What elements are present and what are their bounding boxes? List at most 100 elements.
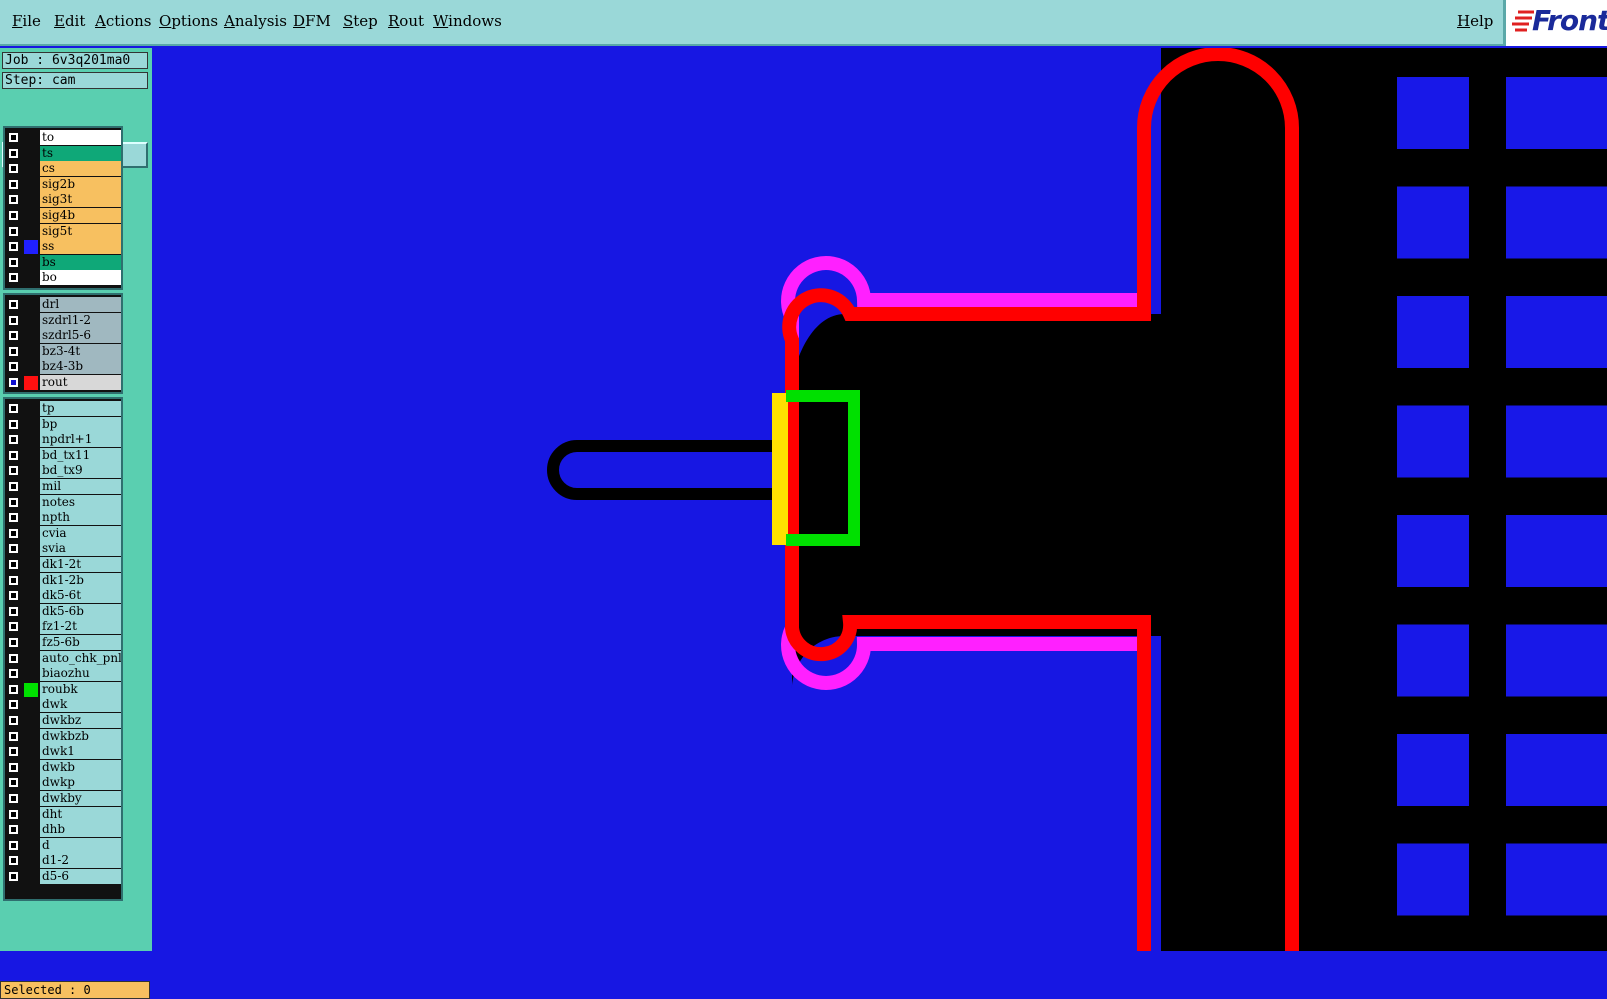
layer-color-swatch[interactable] <box>24 298 38 312</box>
layer-checkbox[interactable] <box>9 716 18 725</box>
layer-checkbox[interactable] <box>9 450 18 460</box>
layer-name[interactable]: mil <box>40 479 121 494</box>
layer-checkbox[interactable] <box>9 300 18 309</box>
layer-color-swatch[interactable] <box>24 402 38 416</box>
layer-color-swatch[interactable] <box>24 854 38 868</box>
layer-checkbox[interactable] <box>9 638 18 647</box>
menu-actions[interactable]: Actions <box>95 12 151 30</box>
layer-checkbox[interactable] <box>9 778 18 788</box>
layer-row-dk5-6t[interactable]: dk5-6t <box>5 588 121 604</box>
layer-row-szdrl1-2[interactable]: szdrl1-2 <box>5 312 121 329</box>
layer-row-dwkbzb[interactable]: dwkbzb <box>5 728 121 745</box>
layer-name[interactable]: bo <box>40 270 121 286</box>
layer-row-npdrl+1[interactable]: npdrl+1 <box>5 432 121 448</box>
layer-row-dht[interactable]: dht <box>5 806 121 823</box>
layer-color-swatch[interactable] <box>24 823 38 837</box>
layer-row-npth[interactable]: npth <box>5 510 121 526</box>
layer-checkbox[interactable] <box>9 346 18 356</box>
layer-row-auto_chk_pnl[interactable]: auto_chk_pnl <box>5 650 121 667</box>
menu-edit[interactable]: Edit <box>54 12 85 30</box>
layer-color-swatch[interactable] <box>24 792 38 806</box>
layer-name[interactable]: d <box>40 837 121 853</box>
layer-color-swatch[interactable] <box>24 433 38 447</box>
menu-windows[interactable]: Windows <box>433 12 502 30</box>
layer-name[interactable]: biaozhu <box>40 666 121 682</box>
layer-name[interactable]: bs <box>40 254 121 270</box>
layer-row-dwkb[interactable]: dwkb <box>5 759 121 776</box>
layer-color-swatch[interactable] <box>24 667 38 681</box>
layer-color-swatch[interactable] <box>24 652 38 666</box>
layer-color-swatch[interactable] <box>24 480 38 494</box>
layer-name[interactable]: bd_tx9 <box>40 463 121 479</box>
layer-checkbox[interactable] <box>9 315 18 325</box>
layer-checkbox[interactable] <box>9 242 18 252</box>
layer-color-swatch[interactable] <box>24 839 38 853</box>
layer-checkbox[interactable] <box>9 762 18 772</box>
layer-name[interactable]: szdrl1-2 <box>40 312 121 328</box>
layer-checkbox[interactable] <box>9 466 18 476</box>
layer-color-swatch[interactable] <box>24 605 38 619</box>
layer-color-swatch[interactable] <box>24 761 38 775</box>
menu-file[interactable]: File <box>12 12 41 30</box>
layer-row-cvia[interactable]: cvia <box>5 525 121 542</box>
layer-name[interactable]: fz5-6b <box>40 635 121 650</box>
layer-checkbox[interactable] <box>9 544 18 554</box>
layer-checkbox[interactable] <box>9 404 18 413</box>
layer-checkbox[interactable] <box>9 497 18 507</box>
layer-color-swatch[interactable] <box>24 870 38 884</box>
layer-row-dwkbz[interactable]: dwkbz <box>5 713 121 729</box>
layer-name[interactable]: ts <box>40 145 121 161</box>
layer-name[interactable]: sig2b <box>40 176 121 192</box>
layer-color-swatch[interactable] <box>24 714 38 728</box>
layer-name[interactable]: dwk1 <box>40 744 121 760</box>
layer-checkbox[interactable] <box>9 700 18 710</box>
layer-row-bd_tx11[interactable]: bd_tx11 <box>5 447 121 464</box>
layer-checkbox[interactable] <box>9 825 18 835</box>
layer-name[interactable]: bp <box>40 416 121 432</box>
layer-row-ss[interactable]: ss <box>5 239 121 255</box>
layer-checkbox[interactable] <box>9 840 18 850</box>
layer-name[interactable]: bd_tx11 <box>40 447 121 463</box>
layer-color-swatch[interactable] <box>24 542 38 556</box>
layer-color-swatch[interactable] <box>24 464 38 478</box>
layer-row-dwkp[interactable]: dwkp <box>5 775 121 791</box>
layer-name[interactable]: ss <box>40 239 121 255</box>
layer-row-notes[interactable]: notes <box>5 494 121 511</box>
layer-color-swatch[interactable] <box>24 698 38 712</box>
layer-name[interactable]: sig5t <box>40 223 121 239</box>
layer-row-dk1-2b[interactable]: dk1-2b <box>5 572 121 589</box>
layer-row-svia[interactable]: svia <box>5 541 121 557</box>
layer-row-dk5-6b[interactable]: dk5-6b <box>5 603 121 620</box>
layer-row-sig5t[interactable]: sig5t <box>5 223 121 240</box>
layer-name[interactable]: npdrl+1 <box>40 432 121 448</box>
layer-name[interactable]: tp <box>40 401 121 416</box>
menu-dfm[interactable]: DFM <box>293 12 331 30</box>
layer-checkbox[interactable] <box>9 591 18 601</box>
layer-row-bd_tx9[interactable]: bd_tx9 <box>5 463 121 479</box>
layer-row-cs[interactable]: cs <box>5 161 121 177</box>
layer-color-swatch[interactable] <box>24 776 38 790</box>
layer-row-dwk1[interactable]: dwk1 <box>5 744 121 760</box>
layer-color-swatch[interactable] <box>24 162 38 176</box>
menu-rout[interactable]: Rout <box>388 12 424 30</box>
layer-name[interactable]: dwkbz <box>40 713 121 728</box>
layer-checkbox[interactable] <box>9 560 18 569</box>
layer-name[interactable]: bz3-4t <box>40 343 121 359</box>
layer-row-dhb[interactable]: dhb <box>5 822 121 838</box>
layer-color-swatch[interactable] <box>24 418 38 432</box>
layer-color-swatch[interactable] <box>24 360 38 374</box>
layer-row-bz4-3b[interactable]: bz4-3b <box>5 359 121 375</box>
layer-checkbox[interactable] <box>9 482 18 491</box>
layer-checkbox[interactable] <box>9 179 18 189</box>
layer-checkbox[interactable] <box>9 747 18 757</box>
layer-row-roubk[interactable]: roubk <box>5 681 121 698</box>
graphic-editor-canvas[interactable] <box>152 48 1607 951</box>
layer-row-d[interactable]: d <box>5 837 121 854</box>
layer-checkbox[interactable] <box>9 872 18 881</box>
layer-color-swatch[interactable] <box>24 256 38 270</box>
layer-row-sig4b[interactable]: sig4b <box>5 208 121 224</box>
layer-name[interactable]: dk5-6t <box>40 588 121 604</box>
layer-color-swatch[interactable] <box>24 808 38 822</box>
layer-name[interactable]: drl <box>40 297 121 312</box>
layer-row-mil[interactable]: mil <box>5 479 121 495</box>
